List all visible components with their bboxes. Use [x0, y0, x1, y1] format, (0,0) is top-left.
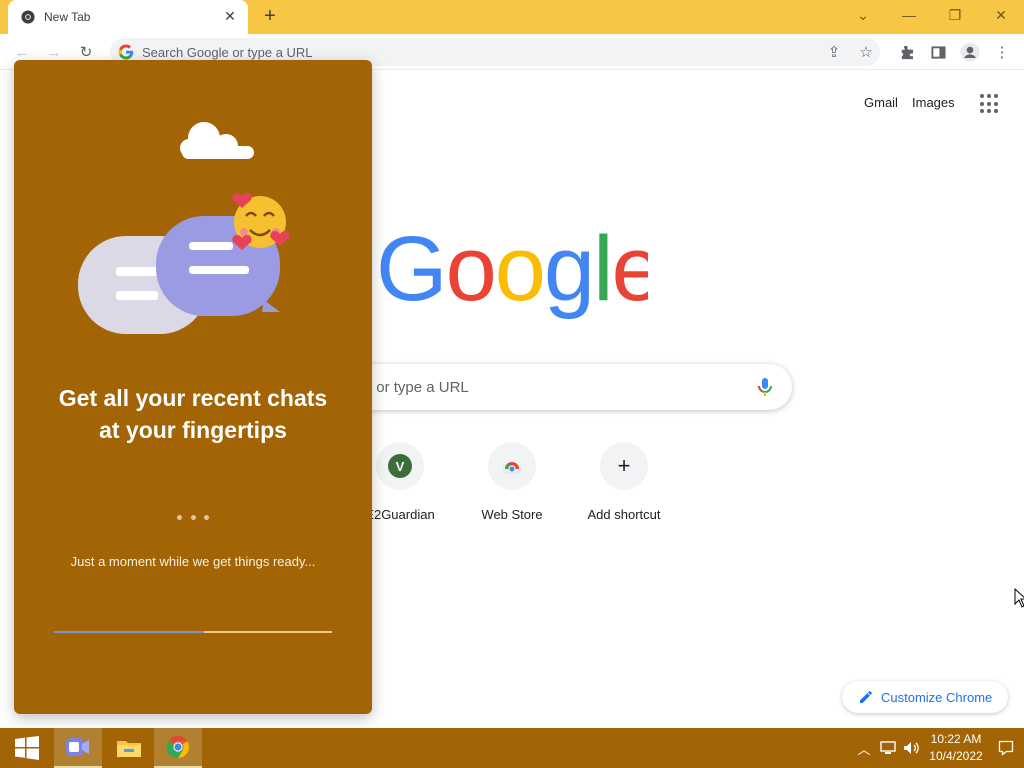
profile-icon[interactable] [958, 40, 982, 64]
e2guardian-favicon: V [388, 454, 412, 478]
restore-icon[interactable]: ❐ [932, 0, 978, 30]
network-icon[interactable] [878, 738, 898, 758]
overlay-heading: Get all your recent chats at your finger… [14, 382, 372, 446]
loading-progress-fill [54, 631, 205, 633]
shortcut-tile: + [600, 442, 648, 490]
share-icon[interactable]: ⇪ [822, 40, 846, 64]
overlay-heading-line1: Get all your recent chats [58, 385, 328, 411]
windows-start-icon[interactable] [3, 728, 51, 768]
overlay-heading-line2: at your fingertips [99, 417, 287, 443]
chat-bubbles-illustration [78, 122, 290, 334]
minimize-icon[interactable]: — [886, 0, 932, 30]
side-panel-icon[interactable] [926, 40, 950, 64]
chat-loading-overlay: Get all your recent chats at your finger… [14, 60, 372, 714]
mouse-cursor-icon [1014, 588, 1024, 608]
tab-title: New Tab [44, 10, 91, 24]
loading-dots-icon [177, 515, 209, 520]
gmail-link[interactable]: Gmail [864, 95, 898, 110]
apps-grid-icon[interactable] [980, 94, 1000, 114]
shortcut-tile [488, 442, 536, 490]
window-close-icon[interactable]: ✕ [978, 0, 1024, 30]
customize-chrome-label: Customize Chrome [881, 690, 993, 705]
customize-chrome-button[interactable]: Customize Chrome [842, 681, 1008, 713]
images-link[interactable]: Images [912, 95, 955, 110]
extensions-icon[interactable] [894, 40, 918, 64]
notification-icon[interactable] [996, 738, 1016, 758]
chevron-up-icon[interactable]: ︿ [854, 738, 874, 758]
system-clock[interactable]: 10:22 AM 10/4/2022 [916, 731, 996, 765]
teams-icon[interactable] [54, 728, 102, 768]
plus-icon: + [617, 453, 631, 478]
clock-time: 10:22 AM [930, 732, 982, 746]
kebab-menu-icon[interactable]: ⋮ [990, 40, 1014, 64]
smiling-hearts-emoji-icon [232, 193, 290, 250]
overlay-subtitle: Just a moment while we get things ready.… [70, 554, 316, 569]
shortcut-tile: V [376, 442, 424, 490]
windows-taskbar: ︿ 10:22 AM 10/4/2022 [0, 728, 1024, 768]
shortcut-label: Web Store [481, 507, 543, 522]
shortcut-label: Add shortcut [587, 507, 661, 522]
cloud-icon [180, 122, 254, 159]
google-logo: Google [376, 222, 648, 320]
chrome-taskbar-icon[interactable] [154, 728, 202, 768]
shortcut-web-store[interactable]: Web Store [456, 440, 568, 530]
google-g-icon [118, 44, 134, 60]
browser-titlebar: New Tab ✕ + ⌄ — ❐ ✕ [0, 0, 1024, 34]
close-icon[interactable]: ✕ [220, 6, 240, 26]
chrome-icon [21, 10, 35, 24]
omnibox-placeholder: Search Google or type a URL [142, 45, 313, 60]
file-explorer-icon[interactable] [105, 728, 153, 768]
chrome-web-store-icon [503, 462, 521, 474]
star-icon[interactable]: ☆ [854, 40, 878, 64]
chevron-down-icon[interactable]: ⌄ [840, 0, 886, 30]
clock-date: 10/4/2022 [929, 749, 983, 763]
svg-text:Google: Google [376, 222, 648, 320]
plus-icon[interactable]: + [258, 4, 282, 28]
pencil-icon [860, 691, 872, 703]
tab-new-tab[interactable]: New Tab ✕ [8, 0, 248, 34]
loading-progress-bar [54, 631, 332, 633]
shortcut-add[interactable]: + Add shortcut [568, 440, 680, 530]
microphone-icon[interactable] [756, 377, 774, 397]
